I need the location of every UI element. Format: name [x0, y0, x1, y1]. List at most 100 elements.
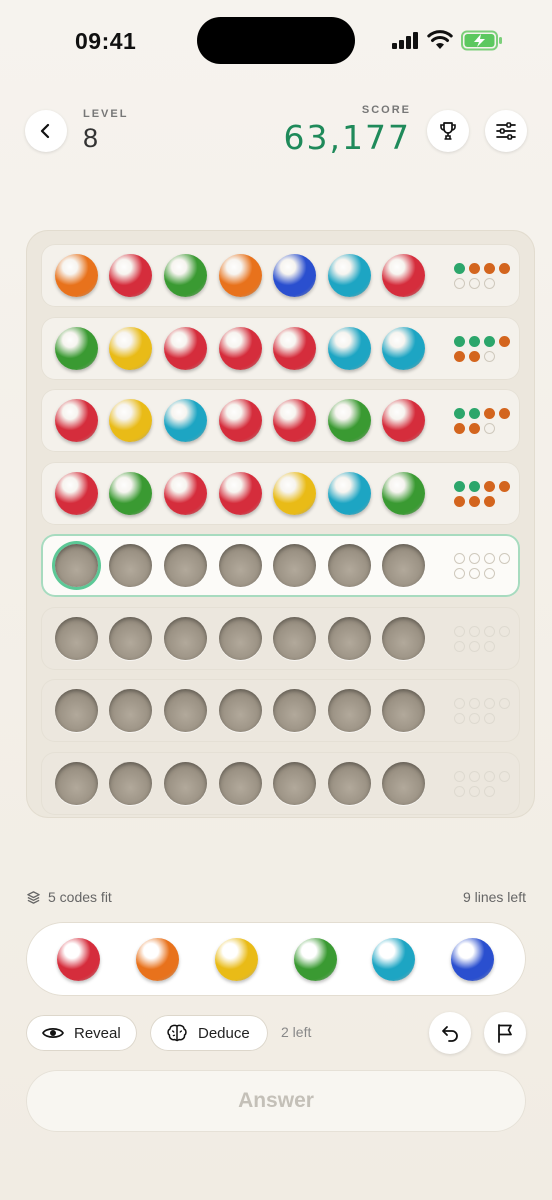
palette-peg-red[interactable]: [57, 938, 100, 981]
peg-slot: [219, 616, 262, 660]
peg-slot: [328, 761, 371, 805]
feedback-dot-exact: [484, 335, 495, 347]
back-button[interactable]: [25, 110, 67, 152]
feedback-dot-faint: [469, 785, 480, 797]
feedback-dot-partial: [499, 408, 510, 419]
guess-row-active[interactable]: [41, 534, 520, 597]
peg-red: [382, 254, 425, 297]
guess-row: [41, 679, 520, 742]
leaderboard-button[interactable]: [427, 110, 469, 152]
peg-slot: [273, 616, 316, 660]
peg-slot: [273, 689, 316, 732]
answer-button[interactable]: Answer: [26, 1070, 526, 1132]
status-time: 09:41: [75, 28, 137, 54]
feedback-dot-faint: [454, 625, 465, 637]
peg-slot: [219, 761, 262, 805]
hints-remaining: 2 left: [281, 1024, 312, 1040]
peg-slot: [109, 761, 152, 805]
feedback-dot-exact: [469, 335, 480, 347]
peg-red: [55, 471, 98, 515]
palette-peg-orange[interactable]: [136, 938, 179, 981]
feedback-dot-faint: [484, 785, 495, 797]
give-up-button[interactable]: [484, 1012, 526, 1054]
peg-orange: [219, 254, 262, 297]
peg-red: [219, 471, 262, 515]
peg-red: [382, 399, 425, 442]
settings-button[interactable]: [485, 110, 527, 152]
flag-icon: [498, 1024, 512, 1043]
peg-green: [164, 254, 207, 297]
eye-icon: [42, 1028, 64, 1038]
feedback-dot-partial: [454, 495, 465, 507]
feedback-dot-faint: [484, 698, 495, 709]
palette-peg-green[interactable]: [294, 938, 337, 981]
peg-slot[interactable]: [219, 544, 262, 587]
feedback-dot-faint: [454, 770, 465, 782]
feedback-dot-exact: [454, 480, 465, 492]
peg-green: [328, 399, 371, 442]
deduce-label: Deduce: [198, 1024, 250, 1042]
guess-row: [41, 606, 520, 670]
feedback-dot-partial: [484, 408, 495, 419]
peg-red: [219, 326, 262, 370]
deduce-button[interactable]: Deduce: [150, 1015, 268, 1051]
palette-peg-teal[interactable]: [372, 938, 415, 981]
peg-slot[interactable]: [55, 544, 98, 587]
feedback-dot-faint: [499, 698, 510, 709]
peg-slot: [164, 689, 207, 732]
lines-left-text: 9 lines left: [462, 889, 526, 905]
feedback-dot-partial: [499, 263, 510, 274]
feedback-dot-faint: [484, 770, 495, 782]
peg-slot: [164, 761, 207, 805]
feedback-dot-faint: [454, 698, 465, 709]
cellular-signal-icon: [392, 32, 418, 49]
palette-peg-blue[interactable]: [451, 938, 494, 981]
feedback-dot-empty: [469, 278, 480, 289]
reveal-button[interactable]: Reveal: [26, 1015, 137, 1051]
feedback-dot-faint: [454, 640, 465, 652]
feedback-dot-exact: [454, 263, 465, 274]
feedback-dot-faint: [484, 640, 495, 652]
peg-slot[interactable]: [164, 544, 207, 587]
feedback-dot-partial: [484, 263, 495, 274]
peg-green: [55, 326, 98, 370]
feedback-dot-partial: [454, 423, 465, 434]
peg-slot: [164, 616, 207, 660]
peg-yellow: [109, 326, 152, 370]
peg-slot: [382, 616, 425, 660]
feedback-dot-empty: [454, 553, 465, 564]
score-value: 63,177: [283, 118, 411, 157]
peg-slot: [109, 616, 152, 660]
peg-orange: [55, 254, 98, 297]
peg-red: [109, 254, 152, 297]
feedback-dot-empty: [484, 553, 495, 564]
peg-yellow: [273, 471, 316, 515]
peg-teal: [382, 326, 425, 370]
guess-row: [41, 461, 520, 525]
peg-slot: [219, 689, 262, 732]
feedback-dot-partial: [484, 480, 495, 492]
undo-button[interactable]: [429, 1012, 471, 1054]
feedback-dot-faint: [454, 785, 465, 797]
feedback-pegs: [454, 698, 514, 726]
feedback-dot-empty: [469, 553, 480, 564]
feedback-dot-faint: [469, 713, 480, 724]
feedback-dot-empty: [484, 278, 495, 289]
feedback-pegs: [454, 770, 514, 799]
feedback-dot-empty: [484, 568, 495, 579]
palette-peg-yellow[interactable]: [215, 938, 258, 981]
peg-slot[interactable]: [328, 544, 371, 587]
level-label: LEVEL: [83, 108, 129, 120]
feedback-dot-partial: [454, 350, 465, 362]
guess-board: [26, 230, 535, 818]
feedback-dot-faint: [484, 625, 495, 637]
codes-fit-info: 5 codes fit: [26, 889, 112, 905]
peg-slot: [55, 761, 98, 805]
codes-fit-text: 5 codes fit: [48, 889, 112, 905]
peg-slot[interactable]: [109, 544, 152, 587]
feedback-dot-empty: [454, 568, 465, 579]
peg-slot[interactable]: [382, 544, 425, 587]
level-value: 8: [83, 123, 99, 153]
peg-slot[interactable]: [273, 544, 316, 587]
brain-icon: [167, 1024, 187, 1042]
